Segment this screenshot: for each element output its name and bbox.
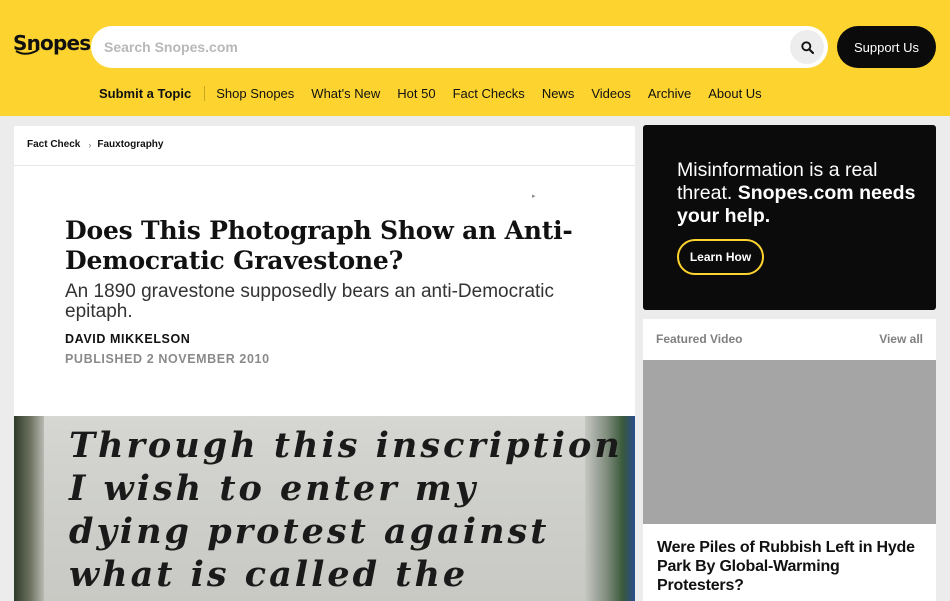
chevron-right-icon: › <box>88 139 92 150</box>
nav-item-fact-checks[interactable]: Fact Checks <box>453 86 525 101</box>
learn-how-button[interactable]: Learn How <box>677 239 764 275</box>
article-title: Does This Photograph Show an Anti-Democr… <box>65 216 573 275</box>
inscription-line: what is called the <box>69 554 469 595</box>
featured-video-card: Featured Video View all Were Piles of Ru… <box>643 319 936 601</box>
nav-item-shop[interactable]: Shop Snopes <box>216 86 294 101</box>
gravestone-photo[interactable]: Through this inscription I wish to enter… <box>14 416 635 601</box>
search-button[interactable] <box>790 30 824 64</box>
video-thumbnail[interactable] <box>643 360 936 524</box>
site-header: Snopes Support Us Submit a Topic Shop Sn… <box>0 0 950 116</box>
mouse-cursor-icon: ▸ <box>532 193 536 200</box>
search-bar <box>91 26 828 68</box>
inscription-line: Through this inscription <box>69 425 623 466</box>
view-all-link[interactable]: View all <box>879 332 923 346</box>
nav-item-news[interactable]: News <box>542 86 575 101</box>
promo-text: Misinformation is a real threat. Snopes.… <box>677 159 917 228</box>
nav-item-videos[interactable]: Videos <box>591 86 631 101</box>
article-card: Fact Check › Fauxtography ▸ Does This Ph… <box>14 126 635 601</box>
inscription-line: I wish to enter my <box>69 468 479 509</box>
inscription-line: dying protest against <box>69 511 550 552</box>
photo-foliage-left <box>14 416 44 601</box>
nav-item-archive[interactable]: Archive <box>648 86 691 101</box>
snopes-logo[interactable]: Snopes <box>13 27 91 59</box>
nav-item-about-us[interactable]: About Us <box>708 86 761 101</box>
nav-item-hot-50[interactable]: Hot 50 <box>397 86 435 101</box>
nav-submit-topic[interactable]: Submit a Topic <box>99 86 191 101</box>
article-published-date: PUBLISHED 2 NOVEMBER 2010 <box>65 352 270 366</box>
breadcrumb-fauxtography[interactable]: Fauxtography <box>97 139 163 150</box>
breadcrumb: Fact Check › Fauxtography <box>27 139 163 150</box>
article-author[interactable]: DAVID MIKKELSON <box>65 332 190 346</box>
nav-divider <box>204 85 206 101</box>
main-nav: Submit a Topic Shop Snopes What's New Ho… <box>99 84 779 102</box>
search-input[interactable] <box>104 26 784 68</box>
article-subtitle: An 1890 gravestone supposedly bears an a… <box>65 281 555 322</box>
featured-video-title[interactable]: Were Piles of Rubbish Left in Hyde Park … <box>657 538 925 595</box>
featured-video-label: Featured Video <box>656 332 743 346</box>
donation-promo: Misinformation is a real threat. Snopes.… <box>643 125 936 310</box>
nav-item-whats-new[interactable]: What's New <box>311 86 380 101</box>
breadcrumb-divider <box>14 165 635 166</box>
gravestone-inscription: Through this inscription I wish to enter… <box>69 424 623 596</box>
logo-swoosh-icon <box>15 49 39 55</box>
search-icon <box>800 40 814 54</box>
breadcrumb-fact-check[interactable]: Fact Check <box>27 139 80 150</box>
support-us-button[interactable]: Support Us <box>837 26 936 68</box>
